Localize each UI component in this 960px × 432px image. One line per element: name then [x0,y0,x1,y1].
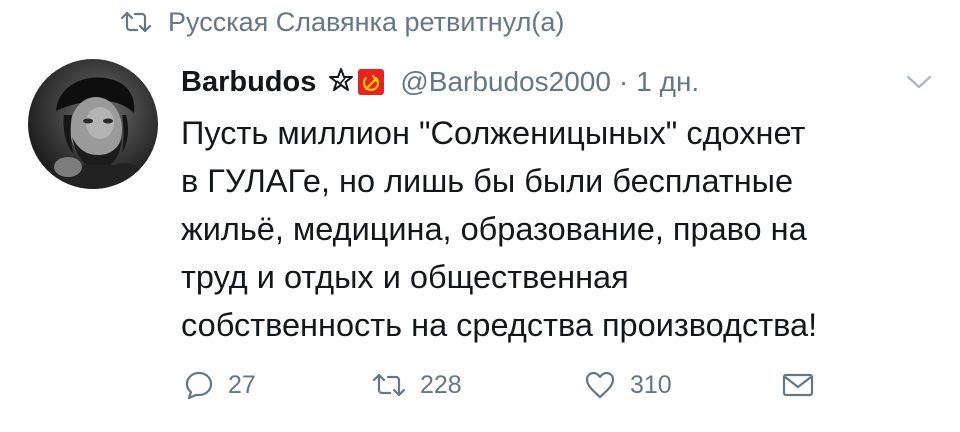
retweet-icon [120,10,152,34]
avatar-photo [34,77,154,189]
tweet-timestamp[interactable]: 1 дн. [636,66,699,98]
star-icon [328,67,354,98]
tweet-menu-button[interactable] [904,72,934,92]
user-handle[interactable]: @Barbudos2000 [400,66,611,98]
retweet-button[interactable]: 228 [372,365,462,405]
like-count: 310 [630,370,672,399]
reply-count: 27 [228,370,256,399]
tweet-header: Barbudos @Barbudos2000 · 1 дн. [181,62,699,102]
chevron-down-icon [906,75,932,89]
retweet-icon [372,372,406,398]
tweet-text-line: труд и отдых и общественная [181,259,629,295]
envelope-icon [782,372,814,398]
tweet-actions: 27 228 310 [184,365,824,405]
display-name[interactable]: Barbudos [181,66,316,99]
retweet-count: 228 [420,370,462,399]
hammer-sickle-flag-icon [358,69,385,95]
avatar[interactable] [28,59,158,189]
name-badges [328,67,385,98]
separator-dot: · [618,66,629,97]
tweet-text-line: Пусть миллион "Солженицыных" сдохнет [181,115,806,151]
tweet-text-line: в ГУЛАГе, но лишь бы были бесплатные [181,163,794,199]
tweet-text: Пусть миллион "Солженицыных" сдохнет в Г… [181,109,941,349]
reply-button[interactable]: 27 [184,365,256,405]
tweet-text-line: жильё, медицина, образование, право на [181,211,807,247]
retweet-context-text: Русская Славянка ретвитнул(а) [168,6,565,37]
direct-message-button[interactable] [782,365,814,405]
reply-icon [184,370,214,400]
like-button[interactable]: 310 [584,365,672,405]
heart-icon [584,370,616,400]
retweet-context[interactable]: Русская Славянка ретвитнул(а) [120,4,564,40]
tweet-text-line: собственность на средства производства! [181,307,818,343]
